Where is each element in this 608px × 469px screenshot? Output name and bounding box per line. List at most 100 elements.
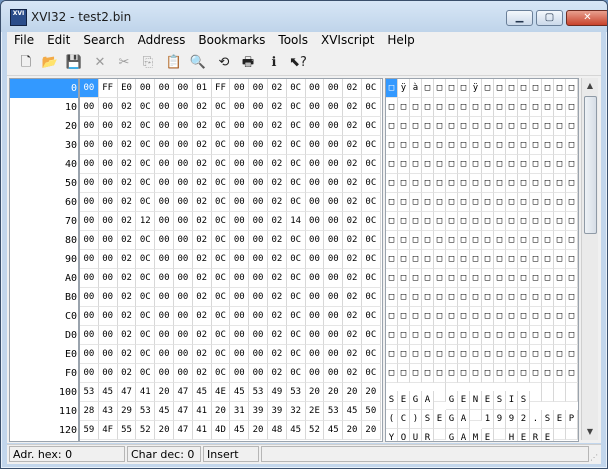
text-char-cell[interactable]: G xyxy=(446,429,458,441)
hex-byte-cell[interactable]: 20 xyxy=(155,383,174,402)
text-char-cell[interactable]: □ xyxy=(506,174,518,193)
hex-byte-cell[interactable]: 47 xyxy=(173,383,193,402)
text-char-cell[interactable]: □ xyxy=(494,326,506,345)
hex-byte-cell[interactable]: 0C xyxy=(286,326,306,345)
text-char-cell[interactable]: □ xyxy=(446,326,458,345)
hex-byte-cell[interactable]: 20 xyxy=(324,383,344,402)
text-char-cell[interactable]: □ xyxy=(446,250,458,269)
text-char-cell[interactable]: □ xyxy=(470,174,482,193)
hex-byte-cell[interactable]: 02 xyxy=(192,231,212,250)
hex-byte-cell[interactable]: 0C xyxy=(361,136,381,155)
text-char-cell[interactable]: □ xyxy=(554,193,566,212)
hex-byte-cell[interactable]: 02 xyxy=(117,193,137,212)
text-char-cell[interactable]: □ xyxy=(470,364,482,383)
text-char-cell[interactable] xyxy=(434,383,446,402)
hex-byte-cell[interactable]: 20 xyxy=(249,421,268,440)
hex-byte-cell[interactable]: 00 xyxy=(230,288,250,307)
text-char-cell[interactable]: □ xyxy=(566,212,578,231)
text-char-cell[interactable]: □ xyxy=(446,174,458,193)
text-char-cell[interactable]: □ xyxy=(398,364,410,383)
hex-byte-cell[interactable]: 00 xyxy=(249,193,268,212)
hex-byte-cell[interactable]: 00 xyxy=(324,326,344,345)
text-char-cell[interactable]: □ xyxy=(482,212,494,231)
text-char-cell[interactable]: □ xyxy=(530,326,542,345)
hex-byte-cell[interactable]: 02 xyxy=(117,231,137,250)
hex-byte-cell[interactable]: 00 xyxy=(173,98,193,117)
hex-byte-cell[interactable]: 53 xyxy=(249,383,268,402)
hex-byte-cell[interactable]: 02 xyxy=(267,79,287,98)
hex-byte-cell[interactable]: 00 xyxy=(155,250,174,269)
hex-byte-cell[interactable]: 02 xyxy=(267,98,287,117)
hex-byte-cell[interactable]: 00 xyxy=(98,117,118,136)
text-char-cell[interactable]: □ xyxy=(422,155,434,174)
text-char-cell[interactable]: □ xyxy=(458,326,470,345)
hex-byte-cell[interactable]: 00 xyxy=(230,155,250,174)
text-char-cell[interactable]: □ xyxy=(398,250,410,269)
hex-byte-cell[interactable]: 00 xyxy=(80,98,99,117)
hex-byte-cell[interactable]: 0C xyxy=(361,250,381,269)
hex-byte-cell[interactable]: 00 xyxy=(173,117,193,136)
hex-byte-cell[interactable]: 0C xyxy=(286,231,306,250)
hex-byte-cell[interactable]: 02 xyxy=(267,231,287,250)
text-char-cell[interactable]: □ xyxy=(518,212,530,231)
text-char-cell[interactable]: □ xyxy=(458,155,470,174)
hex-byte-cell[interactable]: E0 xyxy=(117,79,137,98)
hex-byte-cell[interactable]: 00 xyxy=(173,79,193,98)
hex-byte-cell[interactable]: 2E xyxy=(305,402,325,421)
text-char-cell[interactable]: □ xyxy=(518,288,530,307)
text-char-cell[interactable]: □ xyxy=(530,345,542,364)
hex-byte-cell[interactable]: 00 xyxy=(324,269,344,288)
hex-byte-cell[interactable]: 02 xyxy=(117,174,137,193)
hex-byte-cell[interactable]: 00 xyxy=(98,212,118,231)
text-char-cell[interactable]: □ xyxy=(446,269,458,288)
text-char-cell[interactable]: □ xyxy=(530,307,542,326)
hex-byte-cell[interactable]: 00 xyxy=(173,136,193,155)
hex-byte-cell[interactable]: 0C xyxy=(136,307,156,326)
hex-byte-cell[interactable]: 00 xyxy=(230,326,250,345)
text-char-cell[interactable]: □ xyxy=(506,79,518,98)
text-char-cell[interactable]: □ xyxy=(422,288,434,307)
hex-byte-cell[interactable]: 00 xyxy=(324,79,344,98)
text-char-cell[interactable]: □ xyxy=(446,117,458,136)
hex-byte-cell[interactable]: 02 xyxy=(117,288,137,307)
hex-byte-cell[interactable]: 00 xyxy=(249,345,268,364)
text-char-cell[interactable]: □ xyxy=(542,307,554,326)
text-char-cell[interactable]: □ xyxy=(410,345,422,364)
hex-byte-cell[interactable]: 02 xyxy=(192,307,212,326)
hex-byte-cell[interactable]: 0C xyxy=(361,117,381,136)
text-char-cell[interactable]: □ xyxy=(458,364,470,383)
hex-byte-cell[interactable]: 02 xyxy=(192,117,212,136)
text-char-cell[interactable]: □ xyxy=(410,326,422,345)
text-char-cell[interactable]: E xyxy=(542,429,554,441)
hex-byte-cell[interactable]: 0C xyxy=(286,307,306,326)
text-char-cell[interactable]: □ xyxy=(470,288,482,307)
text-char-cell[interactable]: □ xyxy=(494,193,506,212)
hex-byte-cell[interactable]: 01 xyxy=(192,79,212,98)
text-pane[interactable]: □ ÿ à □ □ □ □ ÿ □ □ □ □ □ □ □ □ □ □ □ □ □ □ □ □ □ □ □ □ □ □ □ □ □ □ □ □ □ □ □ □… xyxy=(385,78,579,442)
text-char-cell[interactable]: □ xyxy=(506,98,518,117)
text-char-cell[interactable]: □ xyxy=(386,231,398,250)
hex-byte-cell[interactable]: 0C xyxy=(211,174,231,193)
hex-byte-cell[interactable]: 0C xyxy=(361,98,381,117)
text-char-cell[interactable]: □ xyxy=(398,288,410,307)
text-char-cell[interactable]: E xyxy=(518,429,530,441)
text-char-cell[interactable]: □ xyxy=(482,364,494,383)
hex-byte-cell[interactable]: 02 xyxy=(267,155,287,174)
text-char-cell[interactable]: □ xyxy=(410,117,422,136)
hex-byte-cell[interactable]: 02 xyxy=(343,269,362,288)
hex-byte-cell[interactable]: 00 xyxy=(80,250,99,269)
text-char-cell[interactable]: □ xyxy=(458,269,470,288)
hex-byte-cell[interactable]: 00 xyxy=(155,269,174,288)
hex-byte-cell[interactable]: 45 xyxy=(343,402,362,421)
hex-byte-cell[interactable]: 02 xyxy=(117,269,137,288)
hex-byte-cell[interactable]: 00 xyxy=(230,345,250,364)
text-char-cell[interactable]: □ xyxy=(518,98,530,117)
hex-byte-cell[interactable]: 00 xyxy=(98,98,118,117)
hex-byte-cell[interactable]: 00 xyxy=(305,174,325,193)
text-char-cell[interactable]: A xyxy=(458,429,470,441)
hex-byte-cell[interactable]: 02 xyxy=(117,155,137,174)
text-char-cell[interactable]: □ xyxy=(542,155,554,174)
text-char-cell[interactable]: □ xyxy=(434,193,446,212)
text-char-cell[interactable]: □ xyxy=(458,212,470,231)
hex-byte-cell[interactable]: 02 xyxy=(343,364,362,383)
